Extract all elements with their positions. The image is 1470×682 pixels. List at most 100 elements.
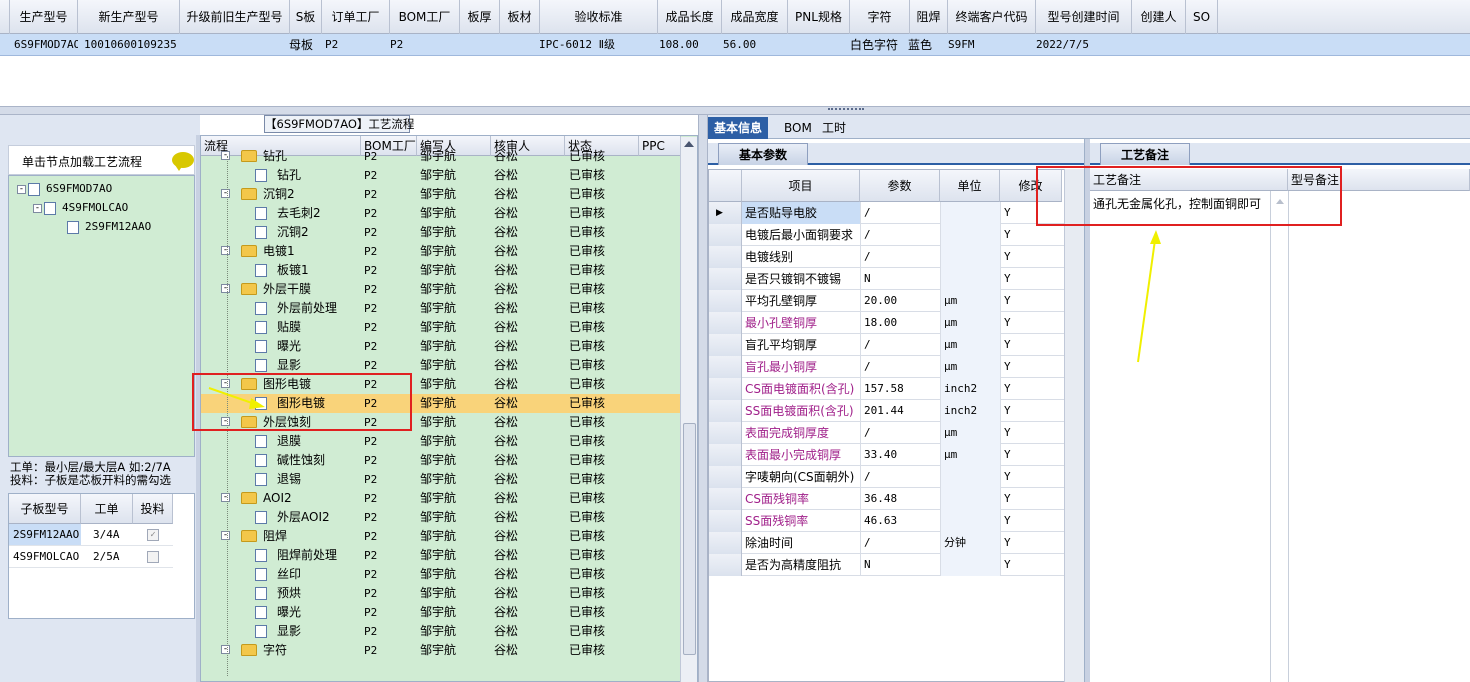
- cell[interactable]: P2: [386, 34, 456, 56]
- process-row[interactable]: - AOI2 P2 邹宇航 谷松 已审核: [201, 489, 681, 508]
- process-row[interactable]: 板镀1 P2 邹宇航 谷松 已审核: [201, 261, 681, 280]
- col-header[interactable]: 型号创建时间: [1036, 0, 1132, 34]
- cell[interactable]: 母板: [285, 34, 321, 56]
- param-row[interactable]: CS面残铜率 36.48 Y: [709, 488, 1085, 510]
- param-row[interactable]: 最小孔壁铜厚 18.00 μm Y: [709, 312, 1085, 334]
- param-row[interactable]: ▶ 是否贴导电胶 / Y: [709, 202, 1085, 224]
- process-row[interactable]: 曝光 P2 邹宇航 谷松 已审核: [201, 337, 681, 356]
- param-row[interactable]: 电镀线别 / Y: [709, 246, 1085, 268]
- param-value[interactable]: 20.00: [860, 290, 940, 312]
- collapse-icon[interactable]: -: [221, 531, 230, 540]
- param-mod[interactable]: Y: [1000, 246, 1062, 268]
- cell[interactable]: 蓝色: [904, 34, 948, 56]
- process-row[interactable]: - 沉铜2 P2 邹宇航 谷松 已审核: [201, 185, 681, 204]
- param-unit[interactable]: [940, 246, 1000, 268]
- cell[interactable]: 108.00: [655, 34, 719, 56]
- param-item[interactable]: 电镀线别: [742, 246, 860, 268]
- row-header[interactable]: [709, 488, 742, 510]
- param-value[interactable]: 46.63: [860, 510, 940, 532]
- param-item[interactable]: 表面完成铜厚度: [742, 422, 860, 444]
- process-row[interactable]: - 电镀1 P2 邹宇航 谷松 已审核: [201, 242, 681, 261]
- col-header[interactable]: 工单: [81, 494, 133, 524]
- param-value[interactable]: /: [860, 246, 940, 268]
- param-row[interactable]: 字唛朝向(CS面朝外) / Y: [709, 466, 1085, 488]
- param-value[interactable]: /: [860, 356, 940, 378]
- param-item[interactable]: SS面电镀面积(含孔): [742, 400, 860, 422]
- col-header[interactable]: S板: [290, 0, 322, 34]
- param-row[interactable]: 平均孔壁铜厚 20.00 μm Y: [709, 290, 1085, 312]
- process-row[interactable]: - 外层干膜 P2 邹宇航 谷松 已审核: [201, 280, 681, 299]
- col-header[interactable]: 订单工厂: [322, 0, 390, 34]
- col-header[interactable]: 单位: [940, 170, 1000, 202]
- param-mod[interactable]: Y: [1000, 268, 1062, 290]
- param-unit[interactable]: μm: [940, 422, 1000, 444]
- row-header[interactable]: [709, 290, 742, 312]
- param-unit[interactable]: inch2: [940, 378, 1000, 400]
- col-header[interactable]: 升级前旧生产型号: [180, 0, 290, 34]
- param-row[interactable]: 表面最小完成铜厚 33.40 μm Y: [709, 444, 1085, 466]
- param-item[interactable]: 表面最小完成铜厚: [742, 444, 860, 466]
- process-row[interactable]: 外层前处理 P2 邹宇航 谷松 已审核: [201, 299, 681, 318]
- col-header[interactable]: 投料: [133, 494, 173, 524]
- param-item[interactable]: SS面残铜率: [742, 510, 860, 532]
- process-row[interactable]: 钻孔 P2 邹宇航 谷松 已审核: [201, 166, 681, 185]
- param-item[interactable]: CS面残铜率: [742, 488, 860, 510]
- param-mod[interactable]: Y: [1000, 290, 1062, 312]
- tab-basic-params[interactable]: 基本参数: [718, 143, 808, 165]
- param-unit[interactable]: μm: [940, 356, 1000, 378]
- speech-bubble-icon[interactable]: [172, 152, 194, 171]
- tab-basic-info[interactable]: 基本信息: [708, 117, 769, 139]
- process-row[interactable]: 预烘 P2 邹宇航 谷松 已审核: [201, 584, 681, 603]
- param-row[interactable]: 除油时间 / 分钟 Y: [709, 532, 1085, 554]
- horizontal-splitter[interactable]: [0, 106, 1470, 115]
- scroll-up-icon[interactable]: [684, 141, 694, 147]
- param-value[interactable]: N: [860, 554, 940, 576]
- process-row[interactable]: - 字符 P2 邹宇航 谷松 已审核: [201, 641, 681, 660]
- process-row[interactable]: 外层AOI2 P2 邹宇航 谷松 已审核: [201, 508, 681, 527]
- row-header[interactable]: [709, 466, 742, 488]
- cell[interactable]: 白色字符: [846, 34, 910, 56]
- row-header[interactable]: [709, 378, 742, 400]
- feed-checkbox[interactable]: ✓: [133, 524, 173, 546]
- param-unit[interactable]: μm: [940, 444, 1000, 466]
- param-value[interactable]: 157.58: [860, 378, 940, 400]
- load-flow-label[interactable]: 单击节点加载工艺流程: [8, 145, 195, 175]
- collapse-icon[interactable]: -: [221, 189, 230, 198]
- feed-checkbox[interactable]: [133, 546, 173, 568]
- param-value[interactable]: /: [860, 334, 940, 356]
- col-header[interactable]: 成品宽度: [722, 0, 788, 34]
- model-row[interactable]: 6S9FMOD7AO 10010600109235 母板 P2 P2 IPC-6…: [0, 34, 1470, 56]
- param-value[interactable]: 33.40: [860, 444, 940, 466]
- col-header[interactable]: 字符: [850, 0, 910, 34]
- col-header[interactable]: 项目: [742, 170, 860, 202]
- col-header[interactable]: 新生产型号: [78, 0, 180, 34]
- process-row[interactable]: - 阻焊 P2 邹宇航 谷松 已审核: [201, 527, 681, 546]
- cell[interactable]: 3/4A: [81, 524, 133, 546]
- param-row[interactable]: SS面电镀面积(含孔) 201.44 inch2 Y: [709, 400, 1085, 422]
- param-unit[interactable]: 分钟: [940, 532, 1000, 554]
- process-row[interactable]: 去毛刺2 P2 邹宇航 谷松 已审核: [201, 204, 681, 223]
- param-unit[interactable]: [940, 202, 1000, 224]
- param-item[interactable]: 平均孔壁铜厚: [742, 290, 860, 312]
- param-item[interactable]: 电镀后最小面铜要求: [742, 224, 860, 246]
- row-header[interactable]: [709, 532, 742, 554]
- param-mod[interactable]: Y: [1000, 400, 1062, 422]
- process-row[interactable]: - 钻孔 P2 邹宇航 谷松 已审核: [201, 147, 681, 166]
- process-scrollbar[interactable]: [680, 137, 697, 682]
- param-item[interactable]: 字唛朝向(CS面朝外): [742, 466, 860, 488]
- col-header[interactable]: 参数: [860, 170, 940, 202]
- checkbox-icon[interactable]: [147, 551, 159, 563]
- param-unit[interactable]: [940, 466, 1000, 488]
- collapse-icon[interactable]: -: [221, 645, 230, 654]
- col-header[interactable]: 阻焊: [910, 0, 948, 34]
- param-value[interactable]: /: [860, 532, 940, 554]
- param-unit[interactable]: μm: [940, 290, 1000, 312]
- param-mod[interactable]: Y: [1000, 378, 1062, 400]
- cell[interactable]: 2022/7/5: [1032, 34, 1128, 56]
- cell[interactable]: 6S9FMOD7AO: [10, 34, 78, 56]
- collapse-icon[interactable]: -: [221, 246, 230, 255]
- tab-process-notes[interactable]: 工艺备注: [1100, 143, 1190, 165]
- process-row[interactable]: 碱性蚀刻 P2 邹宇航 谷松 已审核: [201, 451, 681, 470]
- param-row[interactable]: CS面电镀面积(含孔) 157.58 inch2 Y: [709, 378, 1085, 400]
- param-row[interactable]: 电镀后最小面铜要求 / Y: [709, 224, 1085, 246]
